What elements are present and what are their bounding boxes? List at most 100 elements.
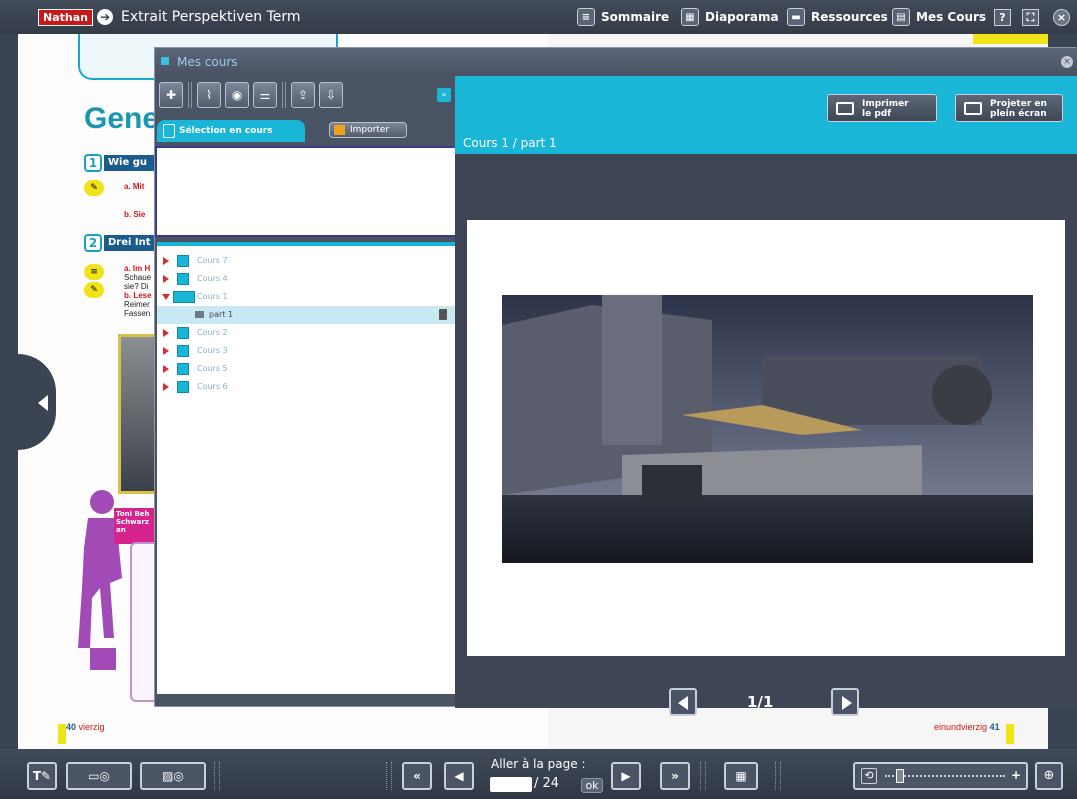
course-icon — [177, 327, 189, 339]
book-photo — [118, 334, 158, 494]
tree-item-label: Cours 4 — [197, 274, 228, 283]
add-course-button[interactable]: ✚ — [159, 82, 183, 108]
course-panel: ✚ ⌇ ◉ ⚌ ⇪ ⇩ Sélection en cours Importer — [155, 76, 457, 708]
text-tool-button[interactable]: T✎ — [27, 762, 57, 790]
selection-icon — [163, 124, 175, 138]
project-label-2: plein écran — [990, 109, 1047, 119]
next-page-button[interactable]: ▶ — [611, 762, 641, 790]
zoom-slider[interactable]: ⟲ + — [853, 762, 1028, 790]
mes-cours-button[interactable]: ▤ Mes Cours — [892, 8, 986, 26]
project-fullscreen-button[interactable]: Projeter en plein écran — [955, 94, 1063, 122]
course-icon — [177, 345, 189, 357]
course-icon — [177, 273, 189, 285]
tab-current-selection[interactable]: Sélection en cours — [157, 120, 305, 142]
tree-item[interactable]: Cours 3 — [157, 342, 455, 360]
project-label-1: Projeter en — [990, 99, 1047, 109]
import-button[interactable]: Importer — [329, 122, 407, 138]
speaker-name: Toni Beh — [116, 510, 150, 518]
tree-item-label: Cours 6 — [197, 382, 228, 391]
settings-button[interactable]: ⚌ — [253, 82, 277, 108]
dialog-icon — [161, 57, 169, 65]
dialog-title: Mes cours — [177, 55, 238, 69]
goto-ok-button[interactable]: ok — [581, 778, 603, 793]
tree-item[interactable]: Cours 4 — [157, 270, 455, 288]
print-pdf-button[interactable]: Imprimer le pdf — [827, 94, 937, 122]
help-button[interactable]: ? — [994, 9, 1011, 26]
close-app-button[interactable]: × — [1053, 9, 1070, 26]
diaporama-label: Diaporama — [705, 10, 779, 24]
upload-button[interactable]: ⇪ — [291, 82, 315, 108]
fullscreen-button[interactable]: ⛶ — [1022, 9, 1039, 26]
zoom-button[interactable]: ⊕ — [1035, 762, 1063, 790]
toolbar-separator — [700, 762, 706, 790]
folder-icon: ▬ — [787, 8, 805, 26]
slide-viewer — [455, 154, 1077, 708]
section-title: Wie gu — [104, 155, 154, 171]
chevron-right-icon — [842, 696, 852, 710]
mask-tool-button[interactable]: ▭◎ — [66, 762, 132, 790]
slide-pager: 1/1 — [455, 688, 1077, 718]
course-icon — [173, 291, 195, 303]
section-title: Drei Int — [104, 235, 154, 251]
collapse-panel-button[interactable]: « — [437, 88, 451, 102]
page-marker — [1006, 724, 1014, 744]
exercise-a2-text: a. Im H — [124, 264, 151, 273]
first-page-button[interactable]: « — [402, 762, 432, 790]
prev-page-button[interactable]: ◀ — [444, 762, 474, 790]
trash-icon[interactable] — [439, 309, 447, 320]
dialog-close-button[interactable]: × — [1061, 56, 1073, 68]
expand-arrow-icon — [163, 347, 169, 355]
download-button[interactable]: ⇩ — [319, 82, 343, 108]
exercise-line: b. Lese — [124, 291, 152, 300]
tree-item[interactable]: Cours 5 — [157, 360, 455, 378]
slides-icon: ▤ — [892, 8, 910, 26]
attach-button[interactable]: ⌇ — [197, 82, 221, 108]
goto-page-input[interactable] — [490, 777, 532, 792]
sommaire-button[interactable]: ≡ Sommaire — [577, 8, 669, 26]
camera-button[interactable]: ◉ — [225, 82, 249, 108]
reveal-tool-button[interactable]: ▨◎ — [140, 762, 206, 790]
tab-label: Sélection en cours — [179, 126, 273, 136]
ressources-label: Ressources — [811, 10, 888, 24]
next-slide-button[interactable] — [831, 688, 859, 716]
tree-item[interactable]: Cours 2 — [157, 324, 455, 342]
zoom-reset-icon[interactable]: ⟲ — [861, 768, 877, 784]
printer-icon — [836, 102, 854, 115]
expand-arrow-icon — [163, 275, 169, 283]
course-icon — [177, 255, 189, 267]
section-number: 1 — [84, 154, 102, 172]
page-marker — [58, 724, 66, 744]
tree-item-label: Cours 3 — [197, 346, 228, 355]
tree-item[interactable]: Cours 6 — [157, 378, 455, 396]
write-icon: ✎ — [84, 282, 104, 298]
exercise-a1: a. Mit — [124, 182, 154, 191]
page-word: vierzig — [78, 722, 105, 732]
page-number: 41 — [989, 722, 1000, 732]
exercise-b1: b. Sie — [124, 210, 154, 219]
yellow-marker — [973, 34, 1048, 44]
exercise-b1-text: b. Sie — [124, 210, 146, 219]
zoom-plus-icon[interactable]: + — [1011, 768, 1021, 782]
tree-subitem[interactable]: part 1 — [157, 306, 455, 324]
ressources-button[interactable]: ▬ Ressources — [787, 8, 888, 26]
bottom-toolbar: T✎ ▭◎ ▨◎ « ◀ Aller à la page : / 24 ok ▶… — [0, 749, 1077, 799]
sommaire-label: Sommaire — [601, 10, 670, 24]
selection-area[interactable] — [155, 146, 457, 237]
tree-item[interactable]: Cours 7 — [157, 252, 455, 270]
tree-item[interactable]: Cours 1 — [157, 288, 455, 306]
book-title: Extrait Perspektiven Term — [121, 9, 301, 25]
print-label-1: Imprimer — [862, 99, 909, 109]
chevron-left-icon — [678, 696, 688, 710]
toolbar-separator — [775, 762, 781, 790]
back-arrow-icon[interactable]: ➔ — [97, 9, 113, 25]
exercise-a1-text: a. Mit — [124, 182, 145, 191]
expand-arrow-icon — [163, 383, 169, 391]
left-page-number: 40 vierzig — [66, 722, 105, 732]
last-page-button[interactable]: » — [660, 762, 690, 790]
thumbnails-button[interactable]: ▦ — [724, 762, 758, 790]
prev-slide-button[interactable] — [669, 688, 697, 716]
diaporama-button[interactable]: ▦ Diaporama — [681, 8, 779, 26]
zoom-handle[interactable] — [896, 769, 905, 783]
top-bar: Nathan ➔ Extrait Perspektiven Term ≡ Som… — [0, 0, 1077, 34]
app-window: Nathan ➔ Extrait Perspektiven Term ≡ Som… — [0, 0, 1077, 799]
